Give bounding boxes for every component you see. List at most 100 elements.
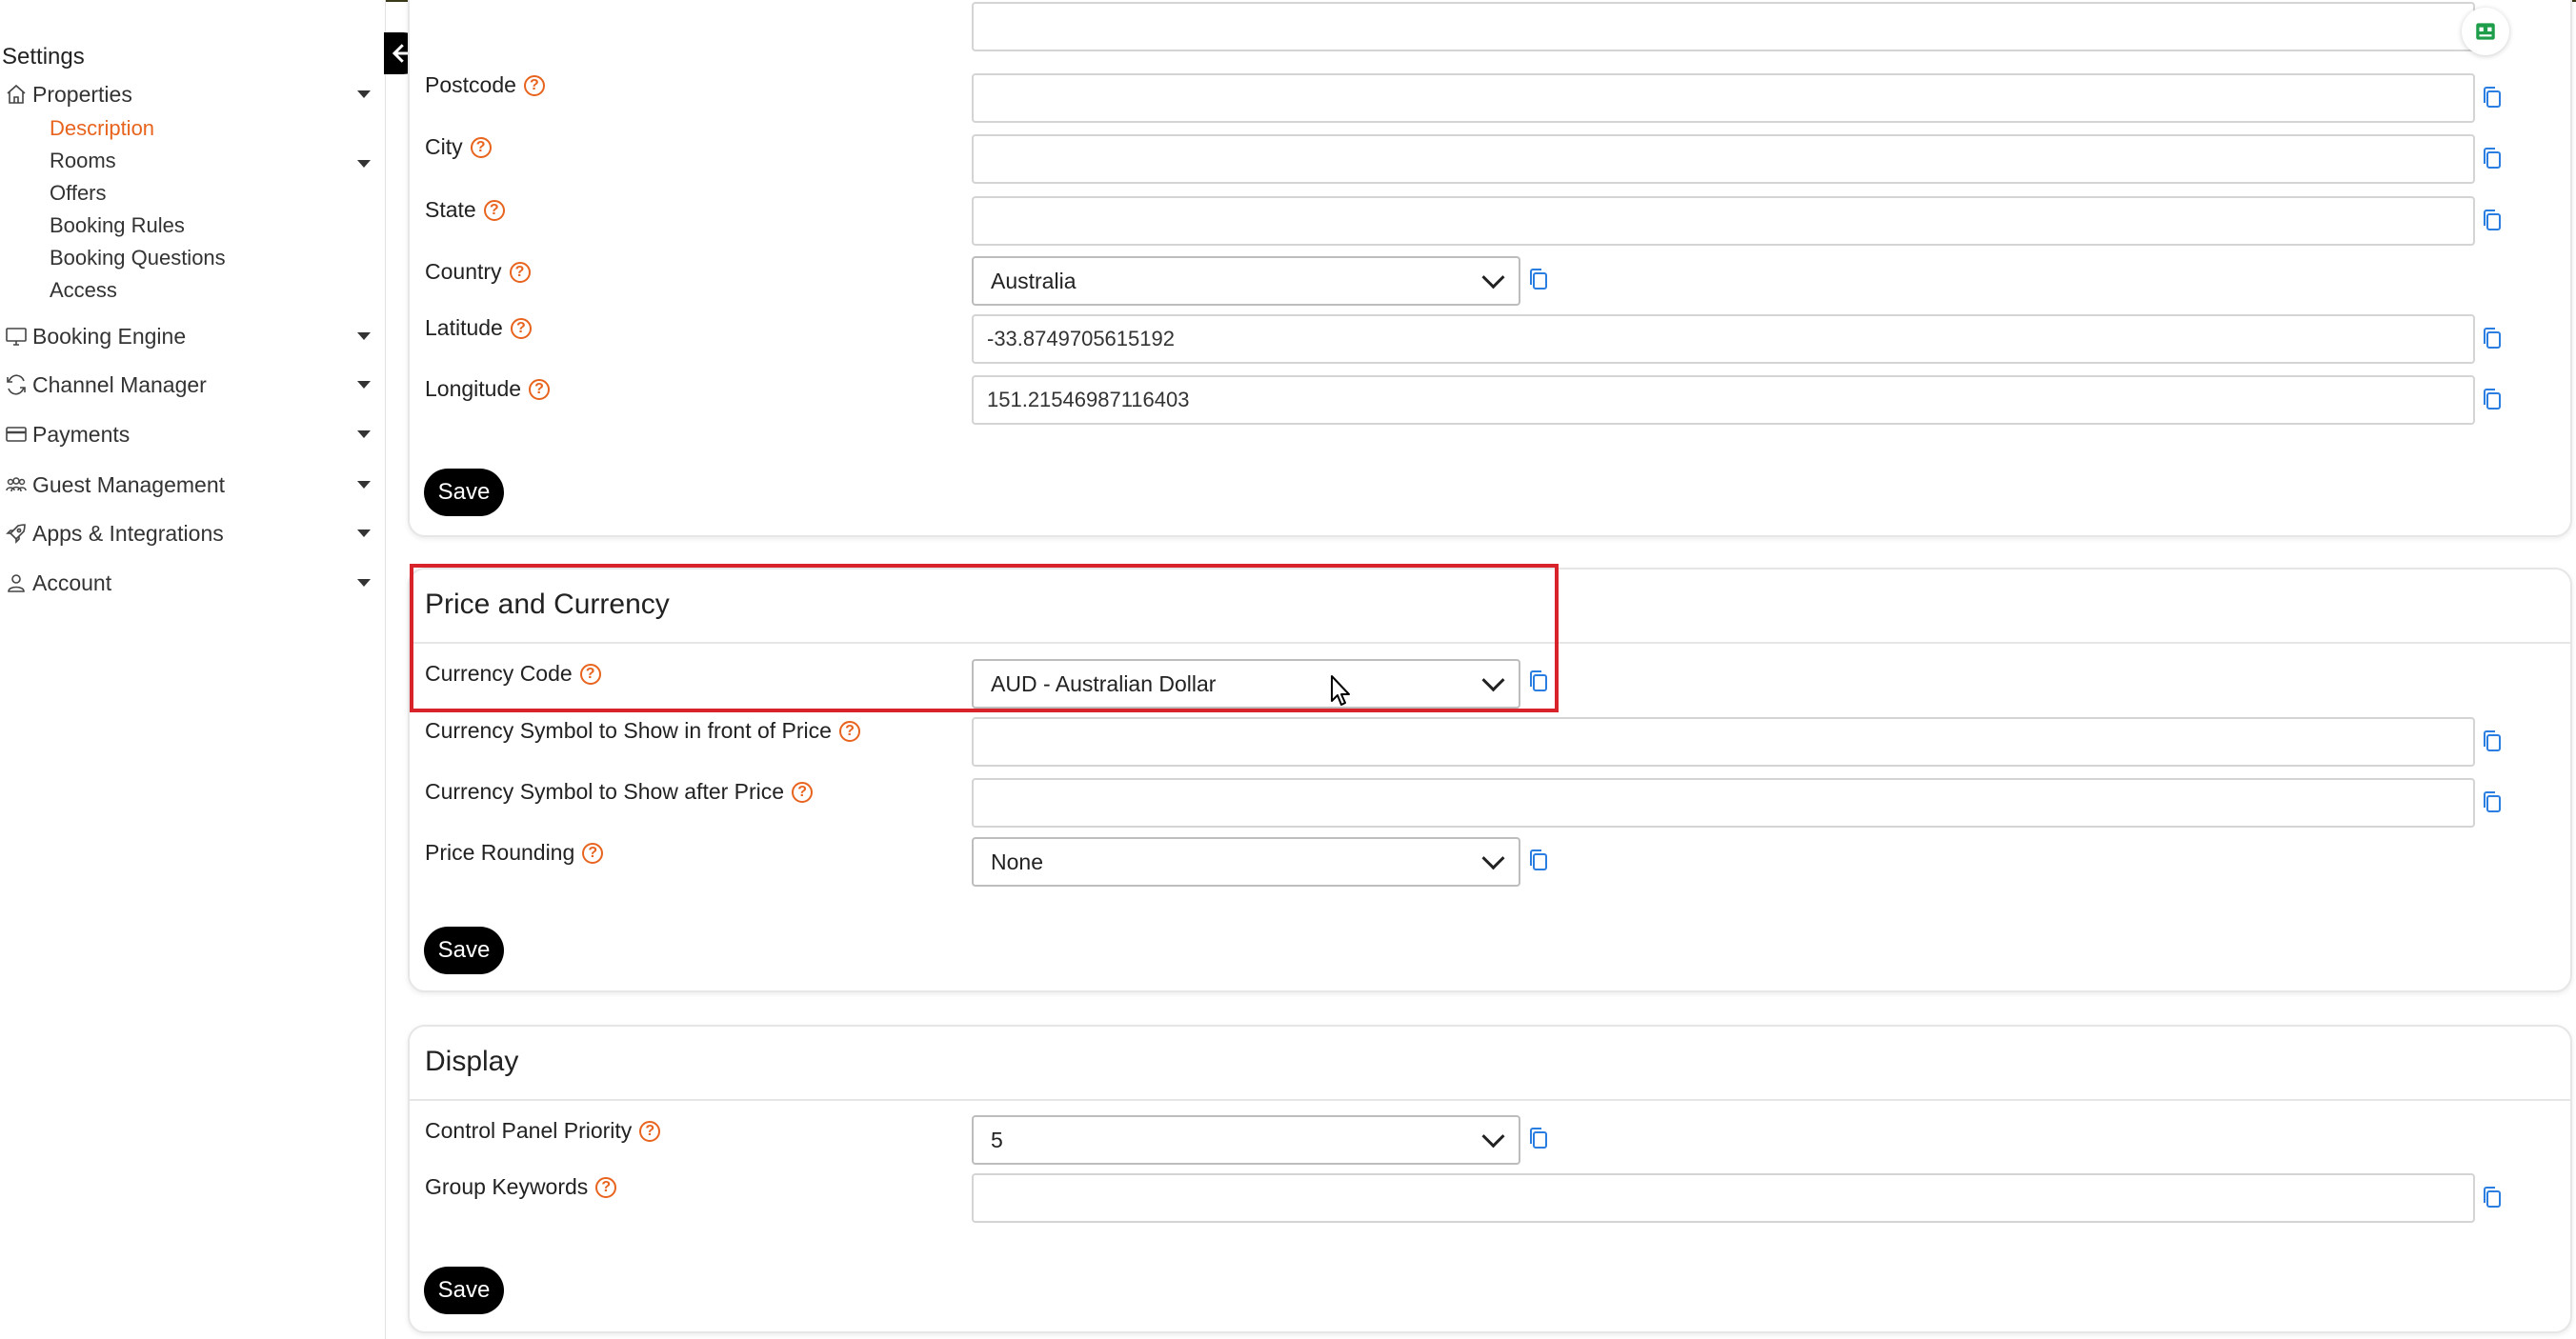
currency-symbol-before-input[interactable] xyxy=(972,717,2475,767)
caret-down-icon xyxy=(357,481,371,489)
currency-symbol-before-label: Currency Symbol to Show in front of Pric… xyxy=(425,718,860,744)
copy-icon[interactable] xyxy=(2481,1185,2504,1209)
currency-symbol-after-input[interactable] xyxy=(972,778,2475,828)
state-input[interactable] xyxy=(972,196,2475,246)
chevron-down-icon xyxy=(1481,1124,1505,1148)
help-icon[interactable]: ? xyxy=(582,842,604,864)
copy-icon[interactable] xyxy=(1527,848,1550,872)
caret-down-icon xyxy=(357,530,371,537)
save-button[interactable]: Save xyxy=(424,469,504,516)
latitude-label: Latitude? xyxy=(425,315,532,341)
copy-icon[interactable] xyxy=(1527,669,1550,693)
copy-icon[interactable] xyxy=(2481,387,2504,411)
card-title: Display xyxy=(425,1046,519,1077)
chevron-down-icon xyxy=(1481,846,1505,869)
sidebar-item-booking-engine[interactable]: Booking Engine xyxy=(0,317,381,355)
help-icon[interactable]: ? xyxy=(470,136,492,158)
copy-icon[interactable] xyxy=(2481,729,2504,753)
settings-sidebar: Settings Properties Description Rooms Of… xyxy=(0,0,386,1339)
copy-icon[interactable] xyxy=(2481,789,2504,814)
sidebar-item-properties[interactable]: Properties xyxy=(0,75,381,113)
sidebar-subitem-booking-rules[interactable]: Booking Rules xyxy=(50,213,185,238)
currency-code-label: Currency Code? xyxy=(425,661,601,687)
monitor-icon xyxy=(0,325,32,348)
help-icon[interactable]: ? xyxy=(483,199,505,221)
credit-card-icon xyxy=(0,423,32,446)
card-title: Price and Currency xyxy=(425,589,670,620)
sidebar-item-label: Channel Manager xyxy=(32,371,207,397)
currency-code-select[interactable]: AUD - Australian Dollar xyxy=(972,659,1520,709)
sidebar-subitem-rooms[interactable]: Rooms xyxy=(50,149,116,173)
sync-icon xyxy=(0,373,32,396)
sidebar-subitem-offers[interactable]: Offers xyxy=(50,181,107,206)
chevron-down-icon xyxy=(1481,668,1505,691)
latitude-input[interactable]: -33.8749705615192 xyxy=(972,314,2475,364)
save-button[interactable]: Save xyxy=(424,927,504,974)
mouse-cursor-icon xyxy=(1331,675,1350,706)
sidebar-item-label: Properties xyxy=(32,81,132,107)
robot-icon xyxy=(2476,23,2495,40)
chat-widget-button[interactable] xyxy=(2462,8,2509,55)
copy-icon[interactable] xyxy=(2481,326,2504,350)
sidebar-item-apps-integrations[interactable]: Apps & Integrations xyxy=(0,514,381,552)
sidebar-item-account[interactable]: Account xyxy=(0,564,381,602)
city-label: City? xyxy=(425,134,492,160)
users-icon xyxy=(0,473,32,496)
user-icon xyxy=(0,571,32,594)
sidebar-item-payments[interactable]: Payments xyxy=(0,415,381,453)
copy-icon[interactable] xyxy=(2481,146,2504,170)
longitude-label: Longitude? xyxy=(425,376,551,402)
price-rounding-select[interactable]: None xyxy=(972,837,1520,887)
sidebar-item-label: Payments xyxy=(32,421,131,447)
chevron-down-icon xyxy=(1481,265,1505,289)
country-label: Country? xyxy=(425,259,531,285)
address-input[interactable] xyxy=(972,2,2475,51)
help-icon[interactable]: ? xyxy=(579,663,601,685)
help-icon[interactable]: ? xyxy=(509,261,531,283)
help-icon[interactable]: ? xyxy=(792,781,814,803)
help-icon[interactable]: ? xyxy=(639,1120,661,1142)
state-label: State? xyxy=(425,197,505,223)
help-icon[interactable]: ? xyxy=(838,720,860,742)
control-panel-priority-label: Control Panel Priority? xyxy=(425,1118,661,1144)
help-icon[interactable]: ? xyxy=(529,378,551,400)
home-icon xyxy=(0,83,32,106)
group-keywords-label: Group Keywords? xyxy=(425,1174,617,1200)
copy-icon[interactable] xyxy=(2481,208,2504,232)
help-icon[interactable]: ? xyxy=(523,74,545,96)
sidebar-subitem-description[interactable]: Description xyxy=(50,116,154,141)
caret-down-icon xyxy=(357,90,371,98)
sidebar-item-label: Guest Management xyxy=(32,471,226,497)
currency-symbol-after-label: Currency Symbol to Show after Price? xyxy=(425,779,814,805)
sidebar-title: Settings xyxy=(2,44,85,70)
group-keywords-input[interactable] xyxy=(972,1173,2475,1223)
postcode-input[interactable] xyxy=(972,73,2475,123)
sidebar-subitem-access[interactable]: Access xyxy=(50,278,117,303)
help-icon[interactable]: ? xyxy=(595,1176,617,1198)
country-select[interactable]: Australia xyxy=(972,256,1520,306)
control-panel-priority-select[interactable]: 5 xyxy=(972,1115,1520,1165)
sidebar-subitem-booking-questions[interactable]: Booking Questions xyxy=(50,246,226,270)
longitude-input[interactable]: 151.21546987116403 xyxy=(972,375,2475,425)
caret-down-icon xyxy=(357,381,371,389)
postcode-label: Postcode? xyxy=(425,72,545,98)
sidebar-item-label: Booking Engine xyxy=(32,323,187,349)
card-divider xyxy=(410,642,2570,644)
city-input[interactable] xyxy=(972,134,2475,184)
card-divider xyxy=(410,1099,2570,1101)
rocket-icon xyxy=(0,522,32,545)
help-icon[interactable]: ? xyxy=(510,317,532,339)
caret-down-icon xyxy=(357,579,371,587)
caret-down-icon xyxy=(357,430,371,438)
copy-icon[interactable] xyxy=(2481,85,2504,110)
save-button[interactable]: Save xyxy=(424,1267,504,1314)
sidebar-item-channel-manager[interactable]: Channel Manager xyxy=(0,366,381,404)
sidebar-item-label: Apps & Integrations xyxy=(32,520,224,546)
sidebar-item-guest-management[interactable]: Guest Management xyxy=(0,466,381,504)
copy-icon[interactable] xyxy=(1527,267,1550,291)
caret-down-icon xyxy=(357,332,371,340)
caret-down-icon[interactable] xyxy=(357,160,371,168)
copy-icon[interactable] xyxy=(1527,1126,1550,1150)
price-rounding-label: Price Rounding? xyxy=(425,840,604,866)
sidebar-item-label: Account xyxy=(32,570,112,595)
